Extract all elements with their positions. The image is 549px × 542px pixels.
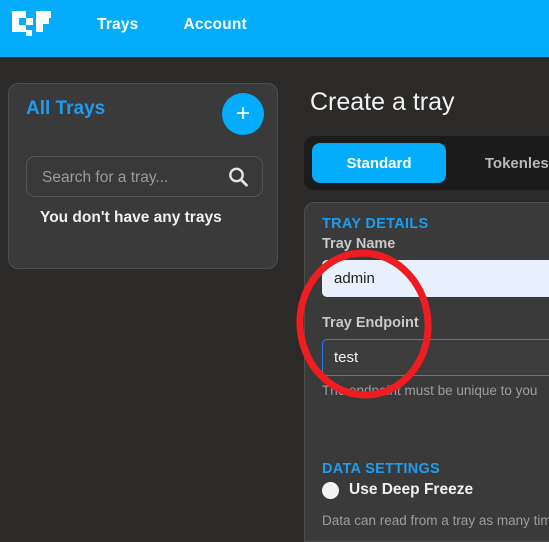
plus-icon: +: [235, 100, 251, 127]
search-tray-box[interactable]: [26, 156, 263, 198]
tray-type-tab-bar: Standard Tokenless: [304, 136, 549, 190]
all-trays-title: All Trays: [26, 98, 106, 119]
search-icon[interactable]: [227, 166, 249, 188]
main-content: Create a tray Standard Tokenless TRAY DE…: [296, 57, 549, 542]
tab-tokenless[interactable]: Tokenless: [454, 143, 549, 183]
empty-trays-message: You don't have any trays: [40, 209, 222, 226]
tray-name-input[interactable]: [322, 260, 549, 297]
nav-link-trays[interactable]: Trays: [97, 16, 139, 34]
page-title: Create a tray: [310, 88, 455, 116]
search-input[interactable]: [40, 157, 224, 198]
qf-logo-icon[interactable]: [10, 8, 54, 42]
top-navigation-bar: Trays Account: [0, 0, 549, 57]
tray-endpoint-input[interactable]: [322, 339, 549, 376]
add-tray-button[interactable]: +: [222, 93, 264, 135]
deep-freeze-row[interactable]: Use Deep Freeze: [322, 481, 473, 499]
tab-standard[interactable]: Standard: [312, 143, 446, 183]
deep-freeze-helper-text: Data can read from a tray as many times: [322, 513, 549, 528]
create-tray-form: TRAY DETAILS Tray Name Tray Endpoint The…: [304, 202, 549, 542]
tray-details-heading: TRAY DETAILS: [322, 216, 429, 232]
tray-name-label: Tray Name: [322, 236, 396, 252]
deep-freeze-label: Use Deep Freeze: [349, 481, 474, 498]
deep-freeze-checkbox[interactable]: [322, 481, 339, 499]
data-settings-heading: DATA SETTINGS: [322, 461, 441, 477]
all-trays-panel: All Trays + You don't have any trays: [8, 83, 278, 269]
nav-link-account[interactable]: Account: [184, 16, 247, 34]
tray-endpoint-helper-text: The endpoint must be unique to you: [322, 383, 538, 398]
tray-endpoint-label: Tray Endpoint: [322, 315, 419, 331]
